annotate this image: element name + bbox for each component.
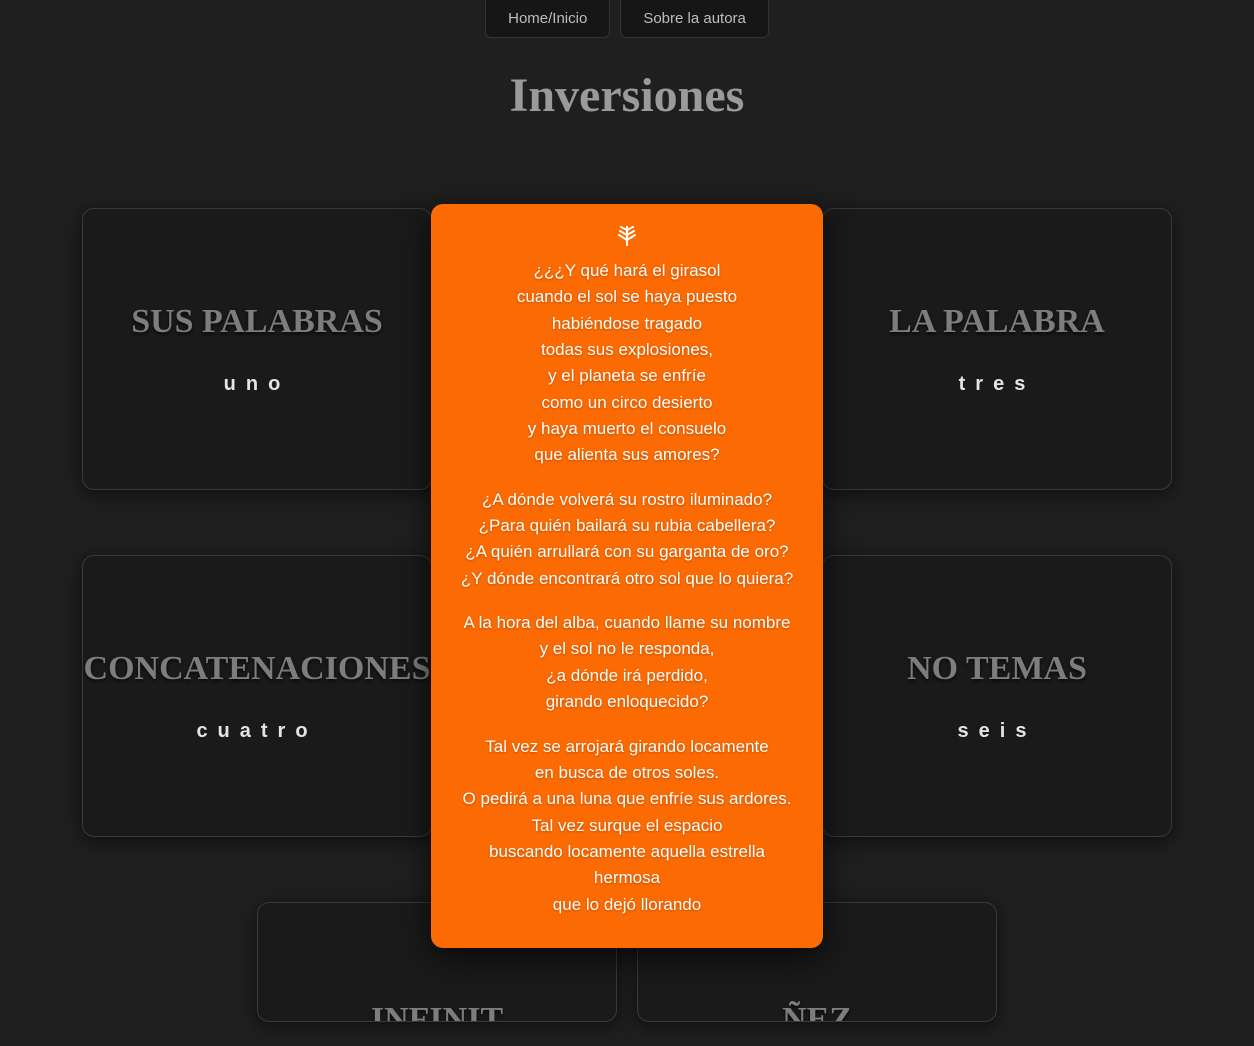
poem-stanza-2: ¿A dónde volverá su rostro iluminado? ¿P… — [455, 487, 799, 592]
card-title: CONCATENACIONES — [74, 650, 441, 688]
card-title: SUS PALABRAS — [121, 303, 393, 341]
card-subtitle: tres — [959, 373, 1036, 396]
card-no-temas[interactable]: NO TEMAS seis — [822, 555, 1172, 837]
card-sus-palabras[interactable]: SUS PALABRAS uno — [82, 208, 432, 490]
poem-stanza-3: A la hora del alba, cuando llame su nomb… — [455, 610, 799, 715]
card-subtitle: uno — [224, 373, 291, 396]
poem-overlay[interactable]: ¿¿¿Y qué hará el girasol cuando el sol s… — [431, 204, 823, 948]
top-nav: Home/Inicio Sobre la autora — [0, 0, 1254, 38]
card-subtitle: cuatro — [196, 720, 317, 743]
card-title: ÑEZ — [772, 1001, 862, 1022]
card-title: INFINIT — [361, 1001, 513, 1022]
poem-stanza-1: ¿¿¿Y qué hará el girasol cuando el sol s… — [455, 258, 799, 469]
card-la-palabra[interactable]: LA PALABRA tres — [822, 208, 1172, 490]
nav-home[interactable]: Home/Inicio — [485, 0, 610, 38]
card-title: NO TEMAS — [897, 650, 1097, 688]
poem-stanza-4: Tal vez se arrojará girando locamente en… — [455, 734, 799, 918]
card-subtitle: seis — [958, 720, 1037, 743]
leaf-icon — [455, 226, 799, 246]
card-concatenaciones[interactable]: CONCATENACIONES cuatro — [82, 555, 432, 837]
card-title: LA PALABRA — [879, 303, 1115, 341]
nav-about[interactable]: Sobre la autora — [620, 0, 769, 38]
page-title: Inversiones — [0, 68, 1254, 123]
